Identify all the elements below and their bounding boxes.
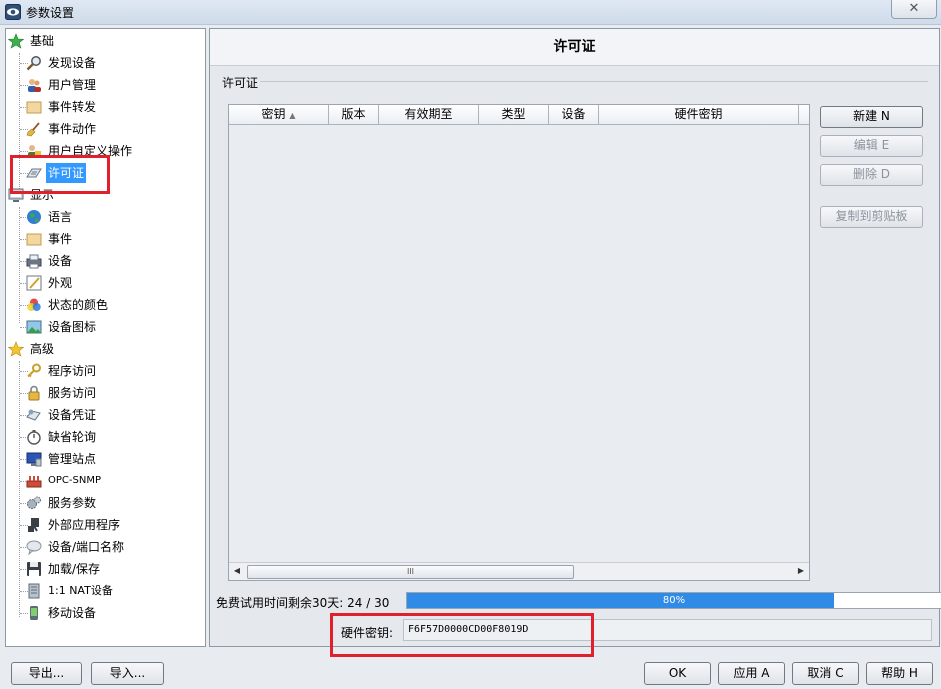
key-icon	[27, 363, 41, 378]
magnifier-icon	[26, 56, 41, 71]
column-header-type[interactable]: 类型	[479, 105, 549, 125]
license-panel: 许可证 许可证 密钥 ▲ 版本 有效期至 类型 设备 硬件密钥 ◀ III ▶ …	[209, 28, 941, 647]
sort-ascending-icon: ▲	[289, 111, 296, 120]
column-header-valid-until[interactable]: 有效期至	[379, 105, 479, 125]
green-star-icon	[8, 33, 24, 49]
column-header-key[interactable]: 密钥 ▲	[229, 105, 329, 125]
license-table[interactable]: 密钥 ▲ 版本 有效期至 类型 设备 硬件密钥 ◀ III ▶	[228, 104, 810, 581]
horizontal-scrollbar[interactable]: ◀ III ▶	[229, 562, 809, 580]
floppy-disk-icon	[27, 562, 41, 576]
appearance-icon	[26, 275, 42, 291]
import-button[interactable]: 导入...	[91, 662, 164, 685]
group-divider	[260, 81, 928, 82]
title-bar: 参数设置 ✕	[0, 0, 941, 25]
cancel-button[interactable]: 取消 C	[792, 662, 859, 685]
apply-button[interactable]: 应用 A	[718, 662, 785, 685]
globe-icon	[27, 210, 41, 224]
help-button[interactable]: 帮助 H	[866, 662, 933, 685]
trial-progress-text: 80%	[662, 595, 686, 606]
external-app-icon	[28, 518, 39, 532]
export-button[interactable]: 导出...	[11, 662, 82, 685]
app-eye-icon	[5, 4, 21, 20]
scroll-right-icon[interactable]: ▶	[795, 565, 807, 577]
edit-button[interactable]: 编辑 E	[820, 135, 923, 157]
server-icon	[28, 583, 40, 599]
monitor-icon	[26, 452, 42, 467]
highlight-hardware-key	[330, 613, 594, 657]
folder-icon	[26, 233, 42, 246]
trial-progress-bar: 80%	[406, 592, 941, 609]
close-button[interactable]: ✕	[891, 0, 937, 19]
copy-to-clipboard-button[interactable]: 复制到剪贴板	[820, 206, 923, 228]
scrollbar-thumb[interactable]: III	[247, 565, 574, 579]
stopwatch-icon	[27, 430, 41, 445]
broom-icon	[26, 122, 40, 137]
group-label: 许可证	[222, 76, 259, 90]
highlight-license-item	[10, 155, 110, 194]
yellow-star-icon	[8, 341, 24, 357]
delete-button[interactable]: 删除 D	[820, 164, 923, 186]
column-header-filler	[799, 105, 809, 125]
speech-bubble-icon	[26, 540, 42, 555]
mobile-icon	[30, 606, 38, 620]
settings-tree[interactable]: 基础 发现设备 用户管理 事件转发 事件动作 用户自定义操作 许可证 显示 语言	[5, 28, 206, 647]
users-icon	[28, 79, 41, 92]
ok-button[interactable]: OK	[644, 662, 711, 685]
folder-icon	[26, 101, 42, 114]
image-icon	[26, 320, 42, 334]
printer-icon	[26, 254, 42, 269]
lock-icon	[28, 385, 40, 401]
credential-icon	[26, 409, 41, 421]
color-circles-icon	[27, 298, 41, 311]
new-button[interactable]: 新建 N	[820, 106, 923, 128]
opc-icon	[26, 476, 42, 488]
gears-icon	[27, 496, 41, 509]
page-title: 许可证	[210, 29, 939, 66]
window-title: 参数设置	[26, 6, 75, 20]
column-header-hardware-key[interactable]: 硬件密钥	[599, 105, 799, 125]
column-header-device[interactable]: 设备	[549, 105, 599, 125]
scroll-left-icon[interactable]: ◀	[231, 565, 243, 577]
column-header-version[interactable]: 版本	[329, 105, 379, 125]
trial-remaining-label: 免费试用时间剩余30天: 24 / 30	[216, 596, 390, 610]
